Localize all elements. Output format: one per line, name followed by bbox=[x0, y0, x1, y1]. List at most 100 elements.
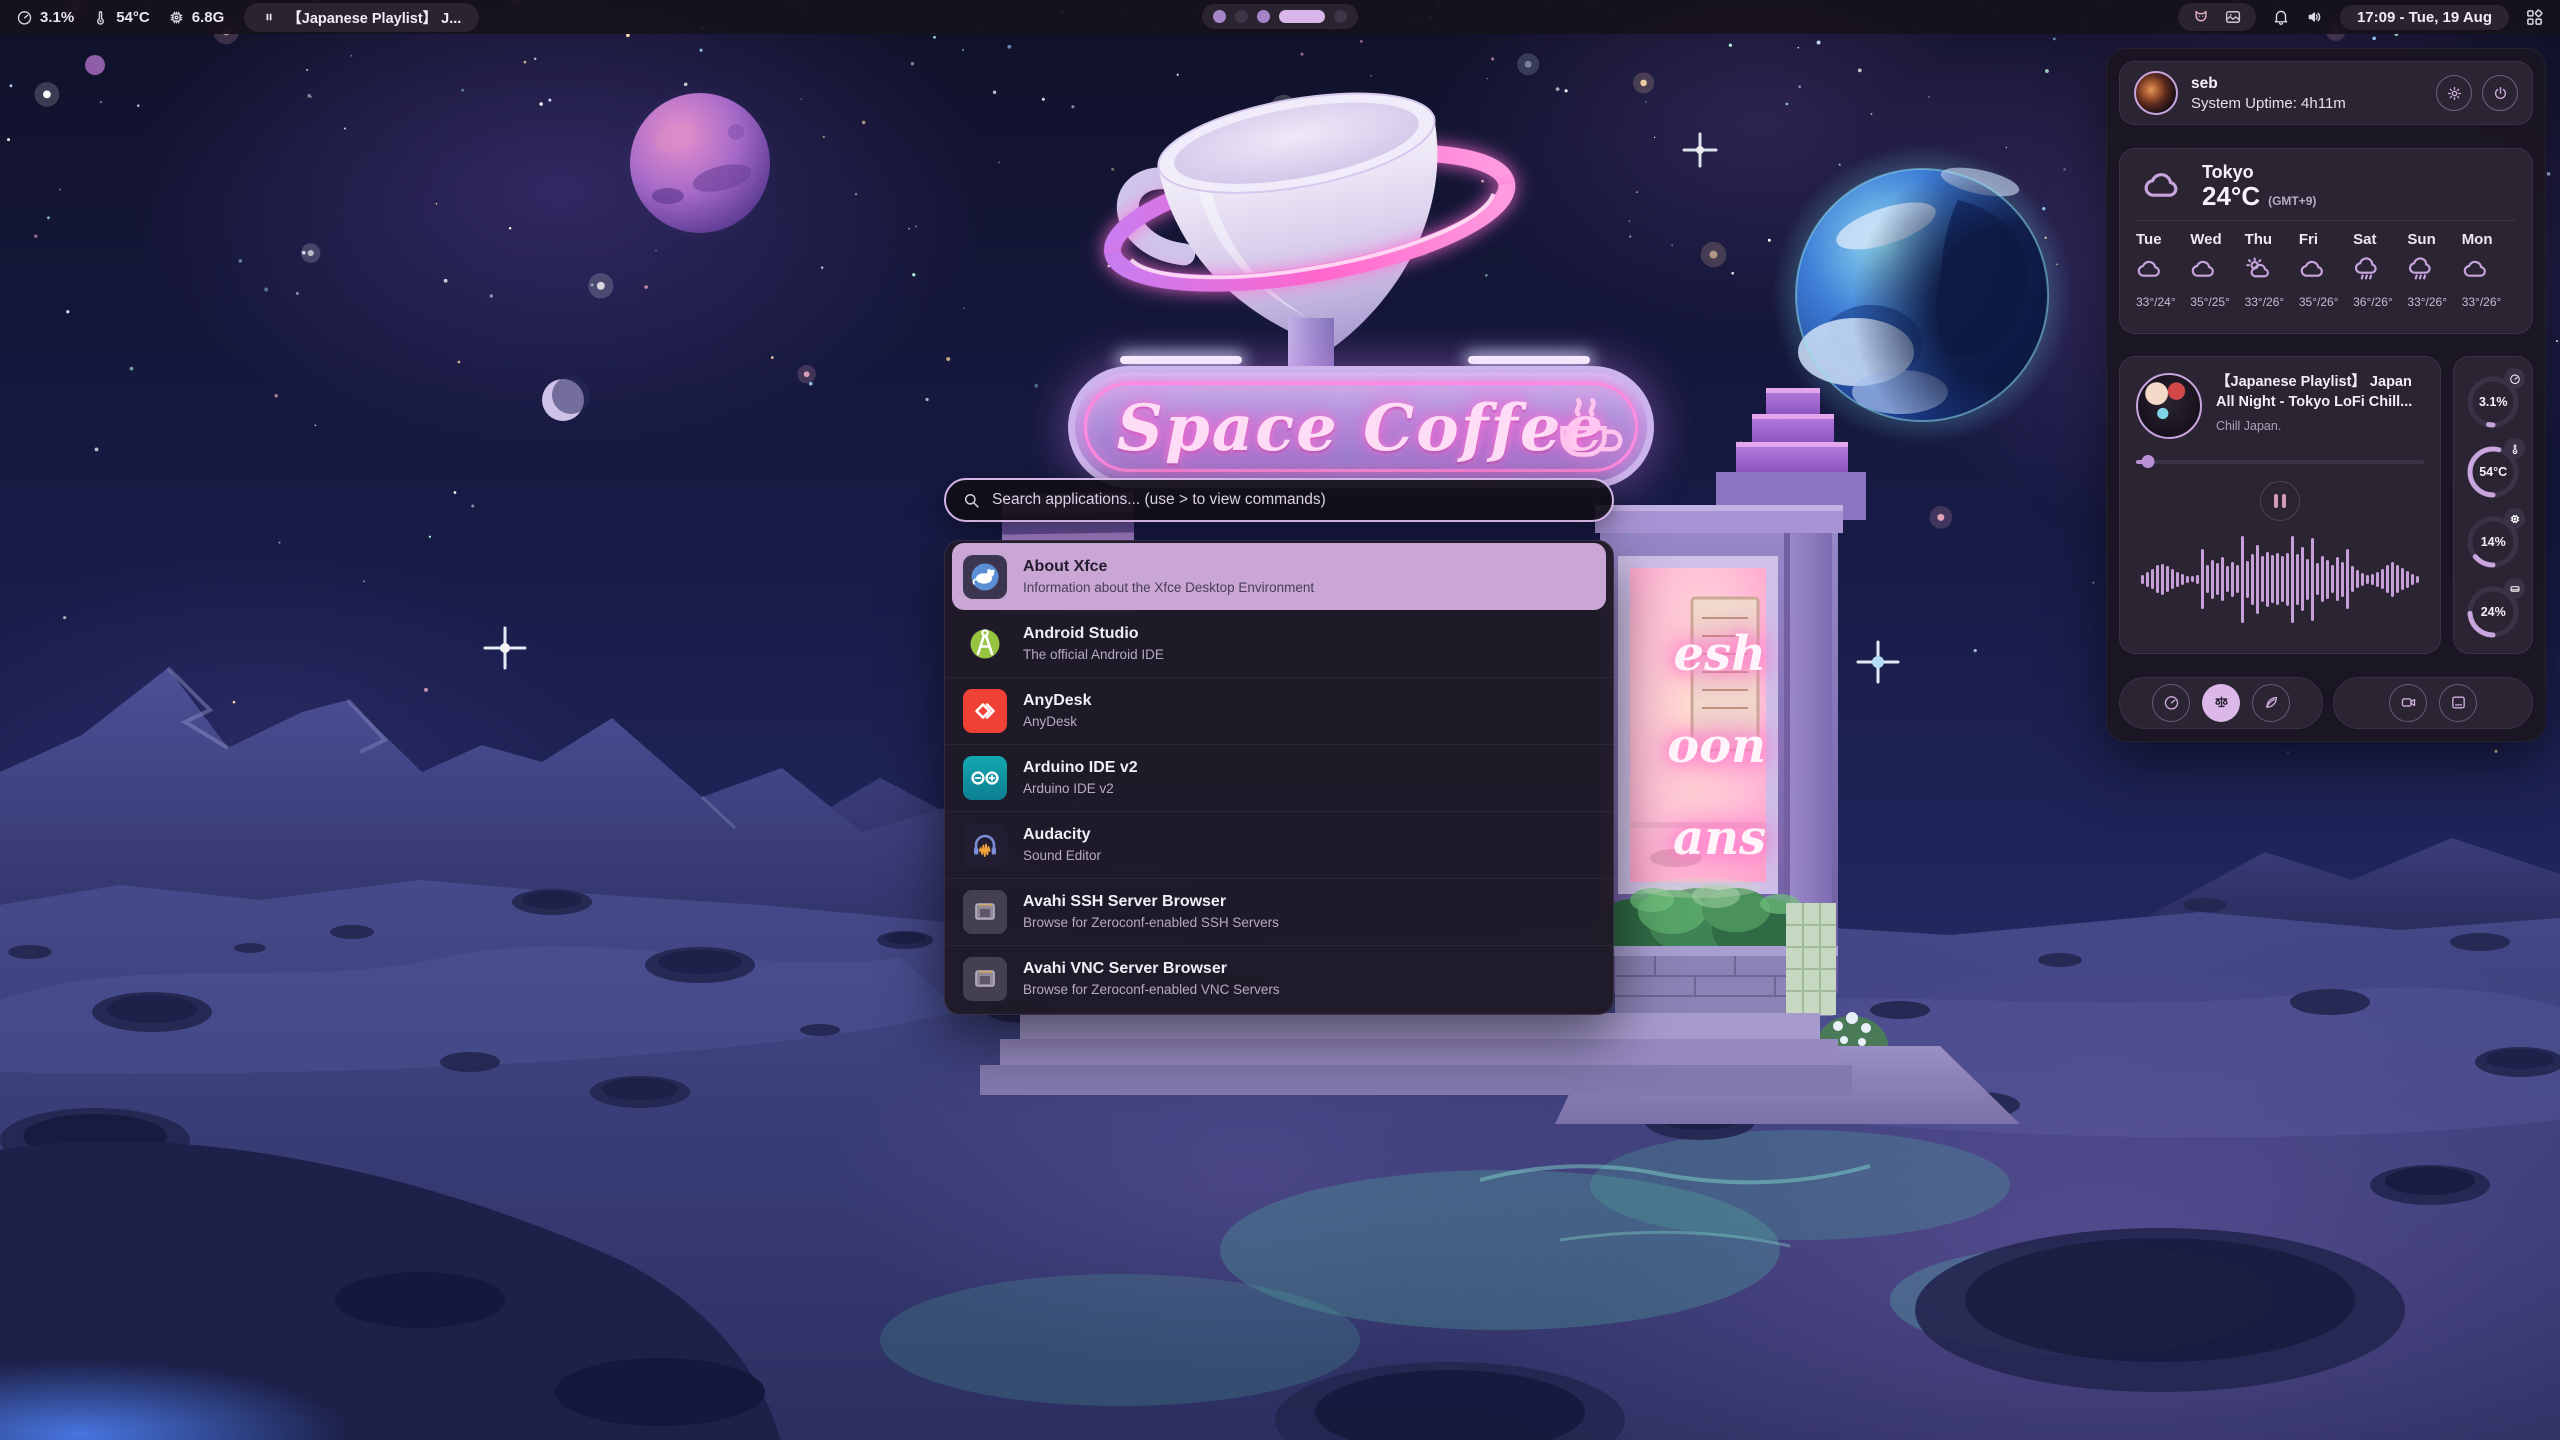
gauge-icon bbox=[2509, 583, 2521, 595]
forecast-day-label: Tue bbox=[2136, 231, 2190, 248]
app-description: AnyDesk bbox=[1023, 713, 1091, 731]
search-bar[interactable] bbox=[944, 478, 1614, 522]
gauge-icon bbox=[2509, 373, 2521, 385]
media-player-card: 【Japanese Playlist】 Japan All Night - To… bbox=[2119, 356, 2441, 654]
user-action-button[interactable] bbox=[2436, 75, 2472, 111]
wallpaper-icon[interactable] bbox=[2224, 8, 2242, 26]
power-profile-icon bbox=[2213, 694, 2230, 711]
power-profile-button[interactable] bbox=[2202, 684, 2240, 722]
stat-value: 54°C bbox=[116, 9, 150, 26]
forecast-temps: 33°/24° bbox=[2136, 295, 2190, 309]
capture-icon bbox=[2450, 694, 2467, 711]
forecast-day: Mon 33°/26° bbox=[2462, 231, 2516, 309]
system-stat: 3.1% bbox=[16, 9, 74, 26]
weather-temp: 24°C bbox=[2202, 183, 2260, 210]
workspace-dot[interactable] bbox=[1279, 10, 1325, 23]
app-results-list: About Xfce Information about the Xfce De… bbox=[944, 540, 1614, 1015]
media-progress[interactable] bbox=[2136, 455, 2424, 468]
now-playing-pill[interactable]: 【Japanese Playlist】 J... bbox=[244, 3, 479, 32]
sign-light-tube bbox=[1120, 356, 1242, 364]
forecast-day-label: Sun bbox=[2407, 231, 2461, 248]
system-stat: 6.8G bbox=[168, 9, 225, 26]
forecast-temps: 36°/26° bbox=[2353, 295, 2407, 309]
app-name: Avahi VNC Server Browser bbox=[1023, 959, 1280, 980]
search-input[interactable] bbox=[992, 491, 1596, 509]
gauge-icon bbox=[2509, 513, 2521, 525]
app-name: About Xfce bbox=[1023, 557, 1314, 578]
forecast-temps: 33°/26° bbox=[2245, 295, 2299, 309]
panel-footer bbox=[2119, 677, 2533, 729]
workspace-dot[interactable] bbox=[1235, 10, 1248, 23]
app-icon bbox=[963, 756, 1007, 800]
album-art bbox=[2136, 373, 2202, 439]
progress-handle[interactable] bbox=[2141, 455, 2154, 468]
forecast-day: Thu 33°/26° bbox=[2245, 231, 2299, 309]
system-gauge: 54°C bbox=[2464, 439, 2522, 501]
app-list-item[interactable]: Android Studio The official Android IDE bbox=[945, 610, 1613, 677]
stat-icon bbox=[92, 9, 109, 26]
forecast-day-label: Sat bbox=[2353, 231, 2407, 248]
weather-timezone: (GMT+9) bbox=[2268, 194, 2316, 208]
forecast-temps: 35°/26° bbox=[2299, 295, 2353, 309]
notifications-bell-icon[interactable] bbox=[2272, 8, 2290, 26]
stat-value: 3.1% bbox=[40, 9, 74, 26]
workspace-dot[interactable] bbox=[1334, 10, 1347, 23]
app-list-item[interactable]: Avahi SSH Server Browser Browse for Zero… bbox=[945, 878, 1613, 945]
now-playing-label: 【Japanese Playlist】 J... bbox=[287, 7, 461, 28]
neon-cup-icon bbox=[1545, 375, 1629, 471]
stat-value: 6.8G bbox=[192, 9, 225, 26]
system-stats: 3.1% 54°C 6.8G bbox=[16, 9, 224, 26]
forecast-day: Fri 35°/26° bbox=[2299, 231, 2353, 309]
track-artist: Chill Japan. bbox=[2216, 419, 2424, 433]
cat-icon[interactable] bbox=[2192, 8, 2210, 26]
capture-button[interactable] bbox=[2389, 684, 2427, 722]
power-profile-button[interactable] bbox=[2152, 684, 2190, 722]
workspace-dot[interactable] bbox=[1213, 10, 1226, 23]
sign-pedestal bbox=[1288, 318, 1334, 370]
app-list-item[interactable]: Audacity Sound Editor bbox=[945, 811, 1613, 878]
system-stat: 54°C bbox=[92, 9, 150, 26]
capture-group bbox=[2333, 677, 2533, 729]
forecast-day-label: Wed bbox=[2190, 231, 2244, 248]
pause-button[interactable] bbox=[2260, 481, 2300, 521]
capture-icon bbox=[2400, 694, 2417, 711]
app-list-item[interactable]: About Xfce Information about the Xfce De… bbox=[952, 543, 1606, 610]
system-gauge: 3.1% bbox=[2464, 369, 2522, 431]
forecast-day: Tue 33°/24° bbox=[2136, 231, 2190, 309]
app-icon bbox=[963, 622, 1007, 666]
overview-grid-icon[interactable] bbox=[2525, 8, 2544, 27]
capture-button[interactable] bbox=[2439, 684, 2477, 722]
app-icon bbox=[963, 823, 1007, 867]
forecast-temps: 33°/26° bbox=[2407, 295, 2461, 309]
app-description: Information about the Xfce Desktop Envir… bbox=[1023, 579, 1314, 597]
app-list-item[interactable]: AnyDesk AnyDesk bbox=[945, 677, 1613, 744]
workspace-dot[interactable] bbox=[1257, 10, 1270, 23]
power-profile-icon bbox=[2263, 694, 2280, 711]
clock-label: 17:09 - Tue, 19 Aug bbox=[2357, 9, 2492, 26]
user-actions bbox=[2436, 75, 2518, 111]
app-description: Sound Editor bbox=[1023, 847, 1101, 865]
user-action-button[interactable] bbox=[2482, 75, 2518, 111]
volume-icon[interactable] bbox=[2306, 8, 2324, 26]
user-card: seb System Uptime: 4h11m bbox=[2119, 61, 2533, 125]
pause-icon bbox=[262, 10, 276, 24]
forecast-weather-icon bbox=[2407, 256, 2434, 283]
system-gauges: 3.1% 54°C 14% bbox=[2453, 356, 2533, 654]
app-description: Arduino IDE v2 bbox=[1023, 780, 1138, 798]
weather-city: Tokyo bbox=[2202, 162, 2316, 183]
widget-panel: seb System Uptime: 4h11m Tokyo 24°C (GMT… bbox=[2106, 48, 2546, 742]
power-profile-button[interactable] bbox=[2252, 684, 2290, 722]
forecast-weather-icon bbox=[2245, 256, 2272, 283]
forecast-day-label: Thu bbox=[2245, 231, 2299, 248]
forecast-temps: 33°/26° bbox=[2462, 295, 2516, 309]
divider bbox=[2136, 220, 2516, 221]
app-list-item[interactable]: Avahi VNC Server Browser Browse for Zero… bbox=[945, 945, 1613, 1012]
clock[interactable]: 17:09 - Tue, 19 Aug bbox=[2340, 5, 2509, 30]
avatar[interactable] bbox=[2134, 71, 2178, 115]
tray-pill bbox=[2178, 3, 2256, 31]
forecast-day: Sat 36°/26° bbox=[2353, 231, 2407, 309]
topbar-right: 17:09 - Tue, 19 Aug bbox=[2178, 3, 2544, 31]
forecast-weather-icon bbox=[2190, 256, 2217, 283]
app-list-item[interactable]: Arduino IDE v2 Arduino IDE v2 bbox=[945, 744, 1613, 811]
forecast-weather-icon bbox=[2136, 256, 2163, 283]
